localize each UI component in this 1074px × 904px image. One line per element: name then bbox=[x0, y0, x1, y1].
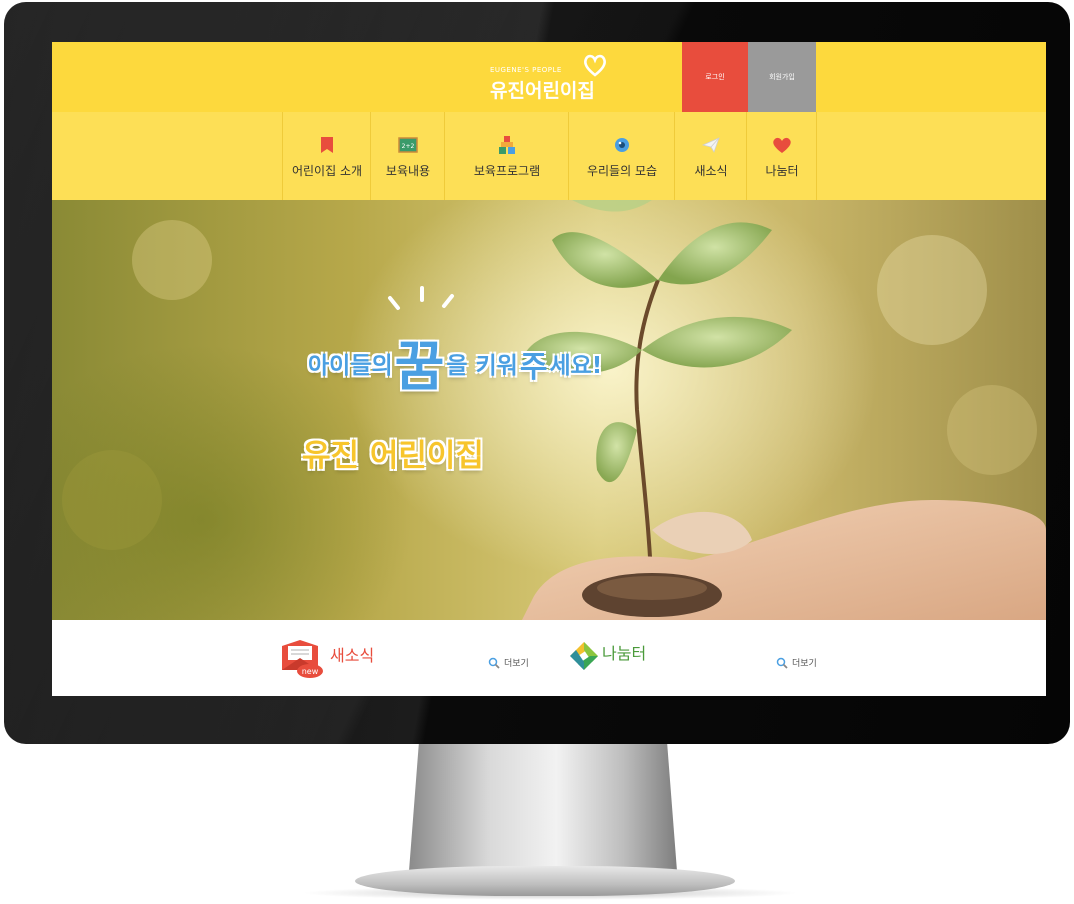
nav-item-sharing[interactable]: 나눔터 bbox=[746, 112, 817, 200]
nav-item-about[interactable]: 어린이집 소개 bbox=[282, 112, 371, 200]
blackboard-text: 2+2 bbox=[402, 143, 415, 150]
join-button[interactable]: 회원가입 bbox=[748, 42, 816, 112]
eye-icon bbox=[611, 134, 633, 156]
top-header: EUGENE'S PEOPLE 유진어린이집 로그인 회원가입 bbox=[52, 42, 1046, 112]
more-label: 더보기 bbox=[504, 659, 529, 669]
hero-text-3: 주 bbox=[519, 350, 548, 385]
nav-item-program[interactable]: 보육프로그램 bbox=[444, 112, 569, 200]
monitor-stand-base bbox=[355, 866, 735, 896]
new-badge-text: new bbox=[302, 667, 319, 676]
hero-text-1: 아이들의 bbox=[308, 353, 393, 379]
recycle-share-icon bbox=[570, 642, 598, 670]
hero-text-2: 을 키워 bbox=[446, 353, 518, 379]
blocks-icon bbox=[496, 134, 518, 156]
bottom-sections: new 새소식 더보기 나눔터 더보기 bbox=[52, 620, 1046, 696]
paper-plane-icon bbox=[700, 134, 722, 156]
news-more-button[interactable]: 더보기 bbox=[488, 656, 529, 669]
hero-banner: 아이들의 꿈 을 키워 주 세요! 유진 어린이집 bbox=[52, 200, 1046, 620]
nav-item-our-look[interactable]: 우리들의 모습 bbox=[568, 112, 675, 200]
more-label: 더보기 bbox=[792, 659, 817, 669]
magnifier-icon bbox=[776, 657, 788, 669]
hero-subtitle: 유진 어린이집 bbox=[302, 438, 484, 474]
login-button[interactable]: 로그인 bbox=[682, 42, 748, 112]
site-logo[interactable]: EUGENE'S PEOPLE 유진어린이집 bbox=[490, 50, 630, 106]
logo-title: 유진어린이집 bbox=[490, 81, 595, 102]
share-more-button[interactable]: 더보기 bbox=[776, 656, 817, 669]
logo-subtitle: EUGENE'S PEOPLE bbox=[490, 66, 562, 74]
seedling-hands-image bbox=[62, 200, 1046, 620]
nav-label: 새소식 bbox=[694, 164, 728, 178]
nav-item-news[interactable]: 새소식 bbox=[674, 112, 747, 200]
share-section-title[interactable]: 나눔터 bbox=[602, 640, 646, 664]
nav-label: 우리들의 모습 bbox=[586, 164, 658, 178]
monitor-screen: EUGENE'S PEOPLE 유진어린이집 로그인 회원가입 어린이집 소개 … bbox=[52, 42, 1046, 696]
nav-label: 어린이집 소개 bbox=[291, 164, 363, 178]
monitor-stand-neck bbox=[408, 744, 678, 884]
nav-label: 보육프로그램 bbox=[473, 164, 541, 178]
heart-icon bbox=[771, 134, 793, 156]
heart-logo-icon bbox=[584, 54, 606, 77]
nav-label: 나눔터 bbox=[765, 164, 799, 178]
hero-headline: 아이들의 꿈 을 키워 주 세요! bbox=[308, 304, 602, 394]
hero-text-dream: 꿈 bbox=[394, 335, 445, 398]
bookmark-icon bbox=[316, 134, 338, 156]
blackboard-icon: 2+2 bbox=[397, 134, 419, 156]
news-section-title[interactable]: 새소식 bbox=[330, 642, 374, 666]
magnifier-icon bbox=[488, 657, 500, 669]
nav-label: 보육내용 bbox=[385, 164, 431, 178]
nav-item-care-content[interactable]: 2+2 보육내용 bbox=[370, 112, 445, 200]
hero-text-4: 세요! bbox=[549, 353, 603, 379]
nav-divider bbox=[816, 112, 817, 200]
main-nav: 어린이집 소개 2+2 보육내용 보육프로그램 우리들의 모습 새소식 나눔터 bbox=[52, 112, 1046, 200]
envelope-new-icon: new bbox=[282, 640, 323, 678]
